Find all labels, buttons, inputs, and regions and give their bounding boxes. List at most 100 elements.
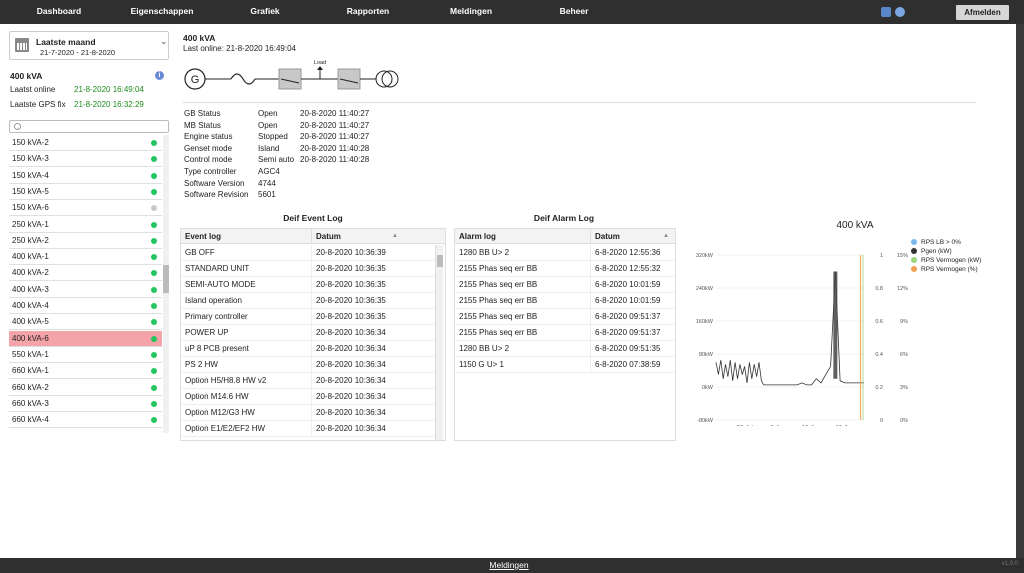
page-last-online: Last online: 21-8-2020 16:49:04 (183, 44, 296, 53)
event-log-title: Deif Event Log (283, 213, 343, 223)
nav-dashboard[interactable]: Dashboard (37, 0, 81, 24)
unit-list-item[interactable]: 400 kVA-3 (9, 282, 162, 298)
unit-list-scrollbar[interactable] (163, 135, 169, 433)
table-row: 1280 BB U> 2 6-8-2020 09:51:35 (455, 341, 675, 357)
legend-item[interactable]: RPS Vermogen (%) (911, 266, 978, 273)
unit-list-item[interactable]: 150 kVA-5 (9, 184, 162, 200)
status-dot-icon (151, 221, 157, 228)
status-dot-icon (151, 254, 157, 261)
legend-item[interactable]: Pgen (kW) (911, 248, 952, 255)
help-icon[interactable] (895, 7, 905, 17)
y-tick-label: 240kW (696, 286, 714, 292)
unit-list-item[interactable]: 250 kVA-2 (9, 233, 162, 249)
y-right2-tick-label: 6% (900, 352, 908, 358)
power-chart: -80kW 0kW 80kW 160kW 240kW 320kW 0 0.2 0.4 0.6 0.8… (696, 253, 908, 426)
status-label: Engine status (184, 132, 233, 142)
status-label: Software Revision (184, 190, 249, 200)
event-log-table: Event log Datum ▲ GB OFF 20-8-2020 10:36:39 S… (180, 228, 446, 441)
bottom-bar: Meldingen v1.0.0 (0, 558, 1024, 573)
log-entry: 1280 BB U> 2 (455, 245, 591, 260)
table-row: SEMI-AUTO MODE 20-8-2020 10:36:35 (181, 277, 435, 293)
unit-name: 150 kVA-4 (12, 170, 49, 180)
sort-arrow-icon[interactable]: ▲ (392, 229, 398, 244)
legend-label: RPS Vermogen (%) (921, 266, 978, 273)
table-scrollbar[interactable] (435, 245, 443, 440)
last-gps-label: Laatste GPS fix (10, 100, 66, 109)
legend-label: RPS Vermogen (kW) (921, 257, 982, 264)
page-scrollbar[interactable] (1016, 24, 1024, 558)
alarm-log-title: Deif Alarm Log (533, 213, 595, 223)
meldingen-link[interactable]: Meldingen (489, 560, 528, 570)
nav-rapporten[interactable]: Rapporten (347, 0, 390, 24)
table-scrollbar-thumb[interactable] (437, 255, 443, 267)
unit-list-item[interactable]: 150 kVA-4 (9, 168, 162, 184)
last-online-value: 21-8-2020 16:49:04 (74, 85, 144, 94)
y-tick-label: 320kW (696, 253, 714, 259)
last-online-label: Laatst online (10, 85, 56, 94)
unit-list-item[interactable]: 660 kVA-4 (9, 412, 162, 429)
page-title: 400 kVA (183, 33, 216, 43)
table-row: 2155 Phas seq err BB 6-8-2020 09:51:37 (455, 325, 675, 341)
status-dot-icon (151, 140, 157, 146)
unit-list-item[interactable]: 400 kVA-4 (9, 298, 162, 314)
status-label: Genset mode (184, 143, 233, 153)
unit-list-item[interactable]: 660 kVA-3 (9, 396, 162, 412)
unit-list-scrollbar-thumb[interactable] (163, 265, 169, 293)
status-value: Open (258, 109, 278, 118)
legend-item[interactable]: RPS LB > 0% (911, 239, 961, 246)
y-right-tick-label: 0.8 (875, 286, 883, 292)
log-date: 6-8-2020 10:01:59 (595, 296, 661, 305)
language-icon[interactable] (881, 7, 891, 17)
y-right2-tick-label: 9% (900, 319, 908, 325)
status-dot-icon (151, 172, 157, 179)
status-dot-icon (151, 384, 157, 391)
log-entry: 2155 Phas seq err BB (455, 261, 591, 276)
unit-list-item[interactable]: 400 kVA-6 (9, 330, 162, 347)
unit-search-input[interactable] (9, 120, 169, 133)
table-row: POWER UP 20-8-2020 10:36:34 (181, 325, 435, 341)
unit-name: 400 kVA-1 (12, 252, 49, 262)
status-value: Semi auto (258, 155, 295, 165)
unit-list-item[interactable]: 150 kVA-2 (9, 135, 162, 151)
y-right2-tick-label: 15% (897, 253, 908, 259)
last-online-row: Laatst online 21-8-2020 16:49:04 (10, 85, 144, 94)
status-time: 20-8-2020 11:40:28 (300, 143, 370, 153)
legend-label: RPS LB > 0% (921, 239, 961, 246)
alarm-log-table: Alarm log Datum ▲ 1280 BB U> 2 6-8-2020 12:5… (454, 228, 676, 441)
period-selector[interactable]: Laatste maand 21-7-2020 - 21-8-2020 ⌄ (9, 31, 169, 60)
nav-eigenschappen[interactable]: Eigenschappen (131, 0, 194, 24)
unit-name: 250 kVA-1 (12, 219, 49, 229)
log-entry: 2155 Phas seq err BB (455, 309, 591, 324)
table-row: 2155 Phas seq err BB 6-8-2020 10:01:59 (455, 293, 675, 309)
y-tick-label: 160kW (696, 319, 714, 325)
unit-name: 400 kVA-5 (12, 317, 49, 327)
unit-list-item[interactable]: 150 kVA-6 (9, 200, 162, 217)
unit-name: 400 kVA-3 (12, 284, 49, 294)
table-row: STANDARD UNIT 20-8-2020 10:36:35 (181, 261, 435, 277)
logout-button[interactable]: Afmelden (956, 5, 1009, 20)
unit-list-item[interactable]: 250 kVA-1 (9, 217, 162, 233)
table-row: 2155 Phas seq err BB 6-8-2020 12:55:32 (455, 261, 675, 277)
nav-beheer[interactable]: Beheer (560, 0, 589, 24)
unit-list-item[interactable]: 660 kVA-1 (9, 363, 162, 380)
column-header[interactable]: Event log (181, 229, 312, 243)
unit-list-item[interactable]: 150 kVA-3 (9, 151, 162, 168)
unit-list: 150 kVA-2 150 kVA-3 150 kVA-4 150 kVA-5 150 … (9, 135, 169, 433)
sort-arrow-icon[interactable]: ▲ (663, 229, 669, 244)
log-date: 20-8-2020 10:36:34 (316, 424, 386, 433)
unit-list-item[interactable]: 400 kVA-2 (9, 265, 162, 282)
status-dot-icon (151, 303, 157, 309)
y-tick-label: 0kW (702, 385, 714, 391)
nav-grafiek[interactable]: Grafiek (250, 0, 279, 24)
last-gps-value: 21-8-2020 16:32:29 (74, 100, 144, 109)
unit-list-item[interactable]: 400 kVA-5 (9, 314, 162, 331)
legend-item[interactable]: RPS Vermogen (kW) (911, 257, 982, 264)
unit-list-item[interactable]: 550 kVA-1 (9, 347, 162, 363)
nav-meldingen[interactable]: Meldingen (450, 0, 492, 24)
log-date: 20-8-2020 10:36:35 (316, 280, 386, 289)
log-date: 20-8-2020 10:36:35 (316, 296, 386, 305)
unit-list-item[interactable]: 660 kVA-2 (9, 380, 162, 396)
column-header[interactable]: Alarm log (455, 229, 591, 243)
unit-list-item[interactable]: 400 kVA-1 (9, 249, 162, 266)
info-icon[interactable]: i (155, 71, 164, 80)
